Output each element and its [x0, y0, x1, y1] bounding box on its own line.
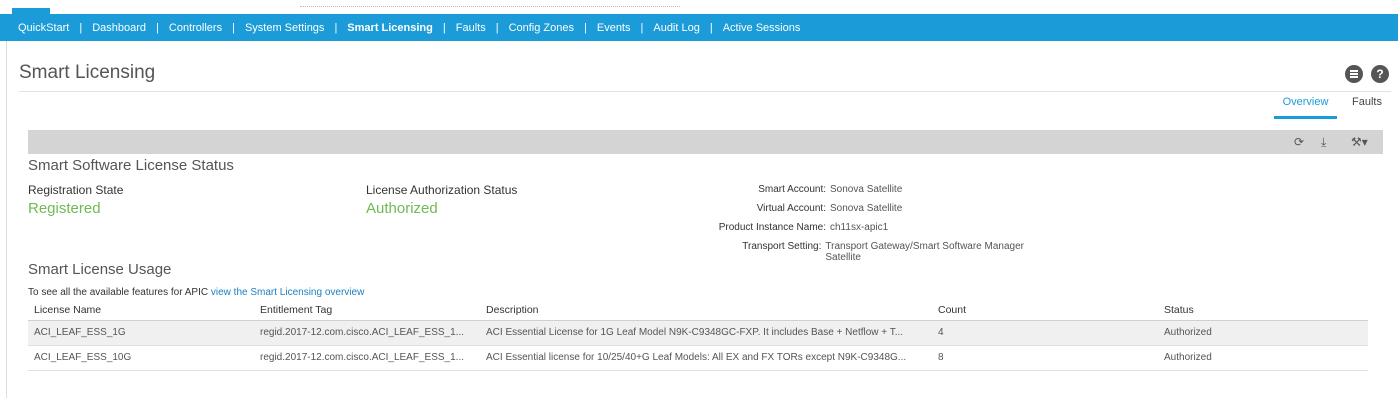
registration-state-value: Registered: [28, 200, 101, 217]
transport-setting-row: Transport Setting: Transport Gateway/Sma…: [360, 241, 1060, 263]
column-header-count[interactable]: Count: [932, 300, 1158, 321]
status-cell: Authorized: [1158, 345, 1368, 371]
top-strip-divider: [300, 6, 680, 7]
license-name-cell: ACI_LEAF_ESS_10G: [28, 345, 254, 371]
nav-dashboard[interactable]: Dashboard: [82, 22, 156, 34]
column-header-license-name[interactable]: License Name: [28, 300, 254, 321]
help-icon[interactable]: ?: [1371, 65, 1389, 83]
nav-smart-licensing[interactable]: Smart Licensing: [337, 22, 443, 34]
main-navbar: QuickStart | Dashboard | Controllers | S…: [0, 14, 1398, 41]
list-icon[interactable]: [1345, 65, 1363, 83]
transport-setting-label: Transport Setting:: [742, 241, 822, 252]
virtual-account-value: Sonova Satellite: [830, 203, 903, 214]
transport-setting-value: Transport Gateway/Smart Software Manager…: [825, 241, 1024, 263]
product-instance-label: Product Instance Name:: [718, 222, 826, 233]
table-header-row: License Name Entitlement Tag Description…: [28, 300, 1368, 321]
smart-account-label: Smart Account:: [758, 184, 826, 195]
smart-account-value: Sonova Satellite: [830, 184, 903, 195]
smart-licensing-overview-link[interactable]: view the Smart Licensing overview: [211, 287, 364, 298]
tools-icon[interactable]: ⚒▾: [1351, 135, 1368, 149]
usage-note-text: To see all the available features for AP…: [28, 287, 211, 298]
column-header-status[interactable]: Status: [1158, 300, 1368, 321]
column-header-description[interactable]: Description: [480, 300, 932, 321]
column-header-entitlement-tag[interactable]: Entitlement Tag: [254, 300, 480, 321]
title-divider: [19, 91, 1391, 92]
nav-faults[interactable]: Faults: [446, 22, 496, 34]
count-cell: 8: [932, 345, 1158, 371]
status-cell: Authorized: [1158, 320, 1368, 346]
virtual-account-row: Virtual Account: Sonova Satellite: [360, 203, 1060, 214]
nav-quickstart[interactable]: QuickStart: [8, 22, 79, 34]
license-usage-table: License Name Entitlement Tag Description…: [28, 300, 1368, 371]
table-row[interactable]: ACI_LEAF_ESS_1G regid.2017-12.com.cisco.…: [28, 320, 1368, 346]
page-title: Smart Licensing: [19, 62, 156, 83]
entitlement-tag-cell: regid.2017-12.com.cisco.ACI_LEAF_ESS_1..…: [254, 320, 480, 346]
table-row[interactable]: ACI_LEAF_ESS_10G regid.2017-12.com.cisco…: [28, 345, 1368, 371]
nav-audit-log[interactable]: Audit Log: [643, 22, 709, 34]
virtual-account-label: Virtual Account:: [756, 203, 826, 214]
top-strip: [0, 0, 1398, 14]
smart-account-row: Smart Account: Sonova Satellite: [360, 184, 1060, 195]
description-cell: ACI Essential license for 10/25/40+G Lea…: [480, 345, 932, 371]
nav-system-settings[interactable]: System Settings: [235, 22, 334, 34]
left-border: [6, 41, 7, 398]
count-cell: 4: [932, 320, 1158, 346]
refresh-icon[interactable]: ⟳: [1294, 135, 1304, 149]
tab-faults[interactable]: Faults: [1352, 96, 1382, 116]
product-instance-value: ch11sx-apic1: [830, 222, 889, 233]
status-section-title: Smart Software License Status: [28, 157, 234, 174]
license-name-cell: ACI_LEAF_ESS_1G: [28, 320, 254, 346]
usage-section-title: Smart License Usage: [28, 261, 172, 278]
product-instance-row: Product Instance Name: ch11sx-apic1: [360, 222, 1060, 233]
action-toolbar: [28, 130, 1383, 154]
nav-events[interactable]: Events: [587, 22, 641, 34]
tab-overview[interactable]: Overview: [1274, 96, 1337, 119]
registration-state-label: Registration State: [28, 183, 124, 197]
usage-note: To see all the available features for AP…: [28, 287, 364, 298]
download-icon[interactable]: ⤓: [1321, 135, 1326, 149]
description-cell: ACI Essential License for 1G Leaf Model …: [480, 320, 932, 346]
nav-active-sessions[interactable]: Active Sessions: [713, 22, 811, 34]
nav-config-zones[interactable]: Config Zones: [499, 22, 584, 34]
entitlement-tag-cell: regid.2017-12.com.cisco.ACI_LEAF_ESS_1..…: [254, 345, 480, 371]
nav-controllers[interactable]: Controllers: [159, 22, 232, 34]
